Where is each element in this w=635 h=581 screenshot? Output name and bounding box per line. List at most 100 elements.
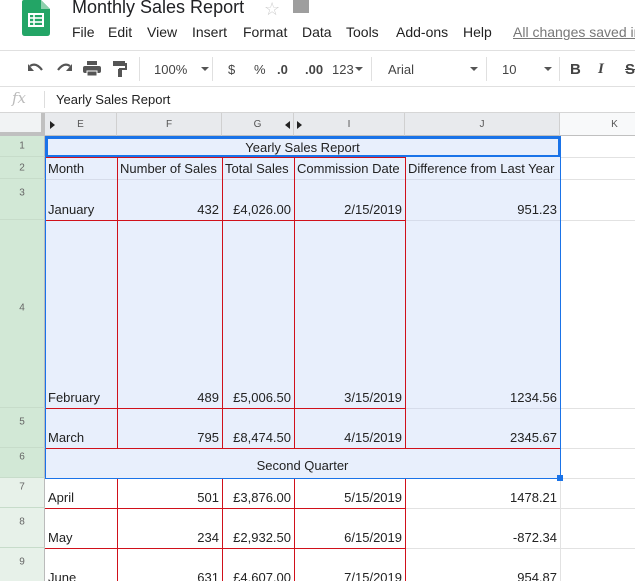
toolbar-separator <box>559 57 560 81</box>
gridline <box>560 157 635 158</box>
cell-header-commission-date[interactable]: Commission Date <box>294 157 405 179</box>
menu-divider <box>0 50 635 51</box>
cell-difference[interactable]: 2345.67 <box>405 408 560 448</box>
column-header-f[interactable]: F <box>117 113 222 136</box>
row-header-5[interactable]: 5 <box>0 408 45 448</box>
column-header-g[interactable]: G <box>222 113 294 136</box>
hidden-column-right-arrow-icon[interactable] <box>297 121 302 129</box>
toolbar-separator <box>212 57 213 81</box>
cell-total-sales[interactable]: £4,607.00 <box>222 548 294 581</box>
menu-file[interactable]: File <box>72 24 95 40</box>
increase-decimal-button[interactable]: .00 <box>305 58 323 80</box>
font-family-value: Arial <box>388 61 415 77</box>
row-header-1[interactable]: 1 <box>0 136 45 157</box>
formula-separator <box>44 91 45 108</box>
column-header-j[interactable]: J <box>405 113 560 136</box>
font-family-select[interactable]: Arial <box>388 58 478 80</box>
redo-icon[interactable] <box>55 62 73 76</box>
cell-commission-date[interactable]: 5/15/2019 <box>294 478 405 508</box>
cell-header-total-sales[interactable]: Total Sales <box>222 157 294 179</box>
menu-edit[interactable]: Edit <box>108 24 132 40</box>
cell-commission-date[interactable]: 4/15/2019 <box>294 408 405 448</box>
print-icon[interactable] <box>83 61 101 77</box>
formula-input[interactable]: Yearly Sales Report <box>56 92 170 107</box>
cell-total-sales[interactable]: £5,006.50 <box>222 220 294 408</box>
cell-section-title[interactable]: Second Quarter <box>45 448 560 478</box>
cell-title[interactable]: Yearly Sales Report <box>45 136 560 157</box>
toolbar-separator <box>486 57 487 81</box>
save-status-link[interactable]: All changes saved in <box>513 24 635 40</box>
gridline <box>560 179 635 180</box>
undo-icon[interactable] <box>27 62 45 76</box>
column-header-i[interactable]: I <box>294 113 405 136</box>
chevron-down-icon <box>201 67 210 71</box>
menu-help[interactable]: Help <box>463 24 492 40</box>
cell-month[interactable]: January <box>45 179 117 220</box>
cell-difference[interactable]: 1234.56 <box>405 220 560 408</box>
move-to-folder-icon[interactable] <box>293 0 309 13</box>
row-header-4[interactable]: 4 <box>0 220 45 408</box>
font-size-select[interactable]: 10 <box>502 58 552 80</box>
fx-icon: fx <box>12 89 27 107</box>
cell-commission-date[interactable]: 7/15/2019 <box>294 548 405 581</box>
spreadsheet-grid[interactable]: E F G I J K 1 2 3 4 5 6 7 8 9 Yearly Sal… <box>0 113 635 581</box>
cell-difference[interactable]: 1478.21 <box>405 478 560 508</box>
cell-header-difference[interactable]: Difference from Last Year <box>405 157 560 179</box>
cell-number-of-sales[interactable]: 795 <box>117 408 222 448</box>
sheets-logo-icon[interactable] <box>22 0 50 36</box>
cell-difference[interactable]: 951.23 <box>405 179 560 220</box>
percent-format-button[interactable]: % <box>254 58 266 80</box>
menu-tools[interactable]: Tools <box>346 24 379 40</box>
cell-month[interactable]: May <box>45 508 117 548</box>
bold-button[interactable]: B <box>570 58 581 80</box>
cell-number-of-sales[interactable]: 432 <box>117 179 222 220</box>
menu-data[interactable]: Data <box>302 24 332 40</box>
cell-number-of-sales[interactable]: 631 <box>117 548 222 581</box>
cell-month[interactable]: April <box>45 478 117 508</box>
strikethrough-button[interactable]: S <box>625 58 635 80</box>
row-header-2[interactable]: 2 <box>0 157 45 179</box>
cell-commission-date[interactable]: 6/15/2019 <box>294 508 405 548</box>
cell-total-sales[interactable]: £3,876.00 <box>222 478 294 508</box>
cell-difference[interactable]: -872.34 <box>405 508 560 548</box>
expand-hidden-columns-icon[interactable] <box>50 121 55 129</box>
cell-total-sales[interactable]: £8,474.50 <box>222 408 294 448</box>
menu-format[interactable]: Format <box>243 24 287 40</box>
cell-header-month[interactable]: Month <box>45 157 117 179</box>
document-title[interactable]: Monthly Sales Report <box>72 0 244 18</box>
paint-format-icon[interactable] <box>113 61 127 77</box>
hidden-column-left-arrow-icon[interactable] <box>285 121 290 129</box>
menu-insert[interactable]: Insert <box>192 24 227 40</box>
row-header-6[interactable]: 6 <box>0 448 45 478</box>
cell-number-of-sales[interactable]: 501 <box>117 478 222 508</box>
cell-number-of-sales[interactable]: 489 <box>117 220 222 408</box>
cell-commission-date[interactable]: 3/15/2019 <box>294 220 405 408</box>
chevron-down-icon <box>544 67 552 71</box>
cell-month[interactable]: June <box>45 548 117 581</box>
row-header-3[interactable]: 3 <box>0 179 45 220</box>
cell-total-sales[interactable]: £4,026.00 <box>222 179 294 220</box>
star-icon[interactable]: ☆ <box>264 0 280 20</box>
select-all-corner[interactable] <box>0 113 45 136</box>
currency-format-button[interactable]: $ <box>228 58 235 80</box>
cell-total-sales[interactable]: £2,932.50 <box>222 508 294 548</box>
row-header-7[interactable]: 7 <box>0 478 45 508</box>
toolbar-divider <box>0 86 635 87</box>
zoom-select[interactable]: 100% <box>154 58 210 80</box>
more-formats-label: 123 <box>332 61 354 77</box>
menu-add-ons[interactable]: Add-ons <box>396 24 448 40</box>
cell-difference[interactable]: 954.87 <box>405 548 560 581</box>
decrease-decimal-button[interactable]: .0 <box>277 58 288 80</box>
row-header-9[interactable]: 9 <box>0 548 45 581</box>
cell-header-number-of-sales[interactable]: Number of Sales <box>117 157 222 179</box>
cell-month[interactable]: March <box>45 408 117 448</box>
cell-month[interactable]: February <box>45 220 117 408</box>
column-header-k[interactable]: K <box>560 113 635 136</box>
row-header-8[interactable]: 8 <box>0 508 45 548</box>
italic-button[interactable]: I <box>598 58 604 80</box>
cell-number-of-sales[interactable]: 234 <box>117 508 222 548</box>
cell-commission-date[interactable]: 2/15/2019 <box>294 179 405 220</box>
menu-view[interactable]: View <box>147 24 177 40</box>
more-formats-button[interactable]: 123 <box>332 58 363 80</box>
column-header-e[interactable]: E <box>45 113 117 136</box>
